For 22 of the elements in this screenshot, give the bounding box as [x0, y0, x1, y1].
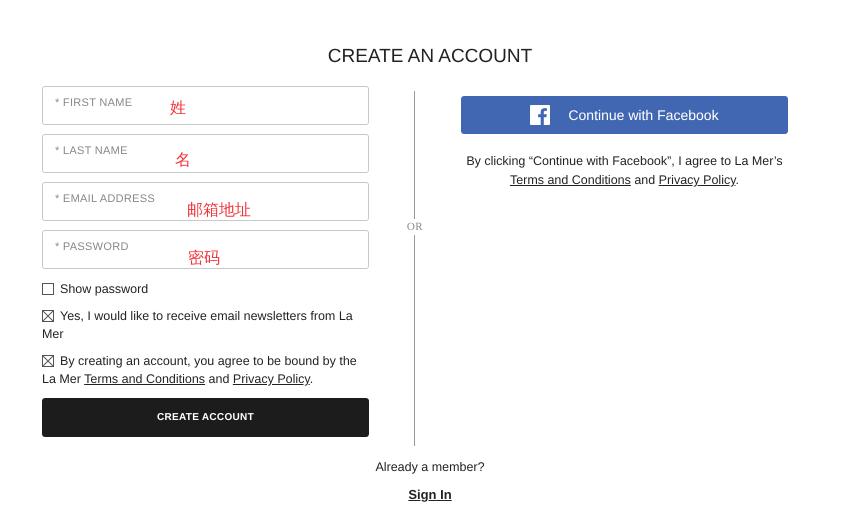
annotation-text: 邮箱地址	[187, 200, 251, 221]
annotation-text: 姓	[170, 98, 186, 119]
checkbox[interactable]	[42, 310, 54, 322]
checkbox-label: By creating an account, you agree to be bound by the La Mer Terms and Conditions and Privacy Policy.	[42, 353, 358, 388]
annotation-text: 密码	[188, 248, 220, 269]
sign-in-link[interactable]: Sign In	[408, 487, 452, 502]
page-title: CREATE AN ACCOUNT	[326, 45, 534, 69]
facebook-terms-note: By clicking “Continue with Facebook”, I agree to La Mer’s Terms and Conditions and Privacy Policy.	[465, 153, 784, 189]
facebook-button[interactable]: Continue with Facebook	[461, 96, 788, 134]
text-link[interactable]: Privacy Policy	[658, 173, 736, 187]
checkbox-label: Show password	[42, 280, 369, 298]
member-prompt: Already a member?	[375, 460, 485, 474]
create-account-button[interactable]: CREATE ACCOUNT	[42, 398, 369, 437]
text-link[interactable]: Terms and Conditions	[84, 372, 206, 386]
annotation-text: 名	[175, 150, 191, 171]
divider-label: OR	[406, 219, 424, 235]
checkbox[interactable]	[42, 283, 54, 295]
facebook-icon	[530, 105, 550, 125]
checkbox-label: Yes, I would like to receive email newsletters from La Mer	[42, 308, 354, 343]
checkbox[interactable]	[42, 355, 54, 367]
text-link[interactable]: Privacy Policy	[232, 372, 310, 386]
text-link[interactable]: Terms and Conditions	[510, 173, 631, 187]
